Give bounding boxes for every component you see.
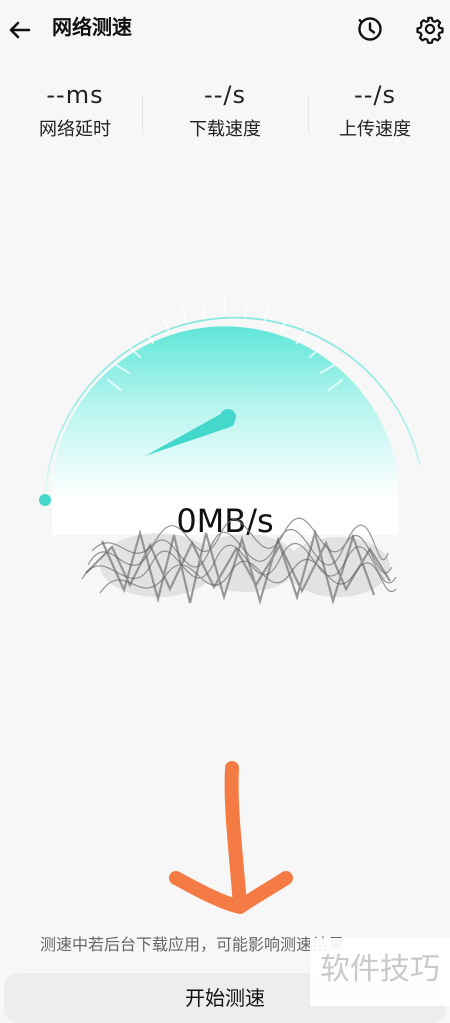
- watermark-text: 软件技巧: [320, 952, 440, 987]
- top-bar: 网络测速: [0, 0, 450, 58]
- download-stat: --/s 下载速度: [150, 78, 300, 142]
- latency-value: --ms: [46, 81, 104, 109]
- watermark: 软件技巧: [310, 938, 450, 1006]
- upload-label: 上传速度: [339, 119, 411, 140]
- latency-stat: --ms 网络延时: [0, 78, 150, 142]
- download-label: 下载速度: [189, 119, 261, 140]
- down-arrow-annotation: [169, 761, 293, 914]
- gear-icon[interactable]: [414, 13, 446, 45]
- upload-value: --/s: [354, 81, 396, 109]
- latency-label: 网络延时: [39, 119, 111, 140]
- stats-divider: [142, 96, 143, 134]
- download-value: --/s: [204, 81, 246, 109]
- redaction-scribble: [81, 517, 397, 605]
- speed-stats: --ms 网络延时 --/s 下载速度 --/s 上传速度: [0, 78, 450, 158]
- gauge-needle-hub: [220, 409, 236, 425]
- page-title: 网络测速: [52, 15, 132, 39]
- back-arrow-icon[interactable]: [6, 16, 34, 44]
- upload-stat: --/s 上传速度: [300, 78, 450, 142]
- history-icon[interactable]: [354, 13, 386, 45]
- speed-gauge: [39, 298, 421, 535]
